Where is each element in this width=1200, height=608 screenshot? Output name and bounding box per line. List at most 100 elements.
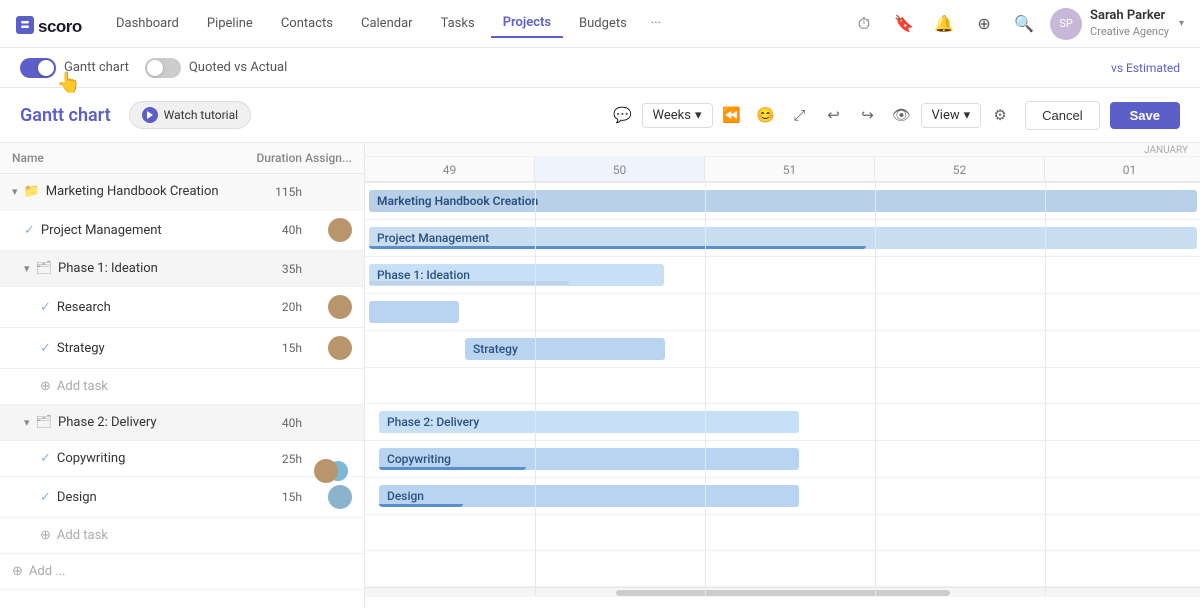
- user-name: Sarah Parker: [1090, 8, 1169, 25]
- add-task-row[interactable]: ⊕ Add task: [0, 518, 364, 554]
- logo[interactable]: scoro: [16, 12, 88, 36]
- emoji-icon[interactable]: 😊: [751, 100, 781, 130]
- nav-tasks[interactable]: Tasks: [429, 10, 487, 37]
- check-icon: ✓: [40, 451, 51, 466]
- undo-icon[interactable]: ↩: [819, 100, 849, 130]
- chart-row: [365, 551, 1200, 587]
- check-icon: ✓: [40, 300, 51, 315]
- chevron-down-icon: ▾: [1179, 18, 1184, 29]
- eye-icon[interactable]: 👁: [887, 100, 917, 130]
- month-label: JANUARY: [365, 143, 1200, 157]
- folder-icon: 🗂: [36, 415, 53, 430]
- gantt-toolbar: Gantt chart Watch tutorial 💬 Weeks ▾ ⏪ 😊…: [0, 88, 1200, 143]
- avatar: [314, 459, 338, 483]
- view-chevron: ▾: [964, 108, 971, 123]
- table-row: ✓ Strategy 15h: [0, 328, 364, 369]
- bell-icon[interactable]: 🔔: [930, 10, 958, 38]
- weeks-label: Weeks: [653, 108, 691, 123]
- quoted-vs-actual-toggle[interactable]: Quoted vs Actual: [145, 58, 287, 78]
- add-group-label[interactable]: ⊕ Add ...: [12, 564, 242, 579]
- bookmark-icon[interactable]: 🔖: [890, 10, 918, 38]
- nav-calendar[interactable]: Calendar: [349, 10, 425, 37]
- nav-dashboard[interactable]: Dashboard: [104, 10, 191, 37]
- gantt-chart-label: Gantt chart: [64, 60, 129, 75]
- gantt-chart-toggle[interactable]: Gantt chart: [20, 58, 129, 78]
- scrollbar-thumb[interactable]: [616, 590, 950, 596]
- nav-icons: ⏱ 🔖 🔔 ⊕ 🔍: [850, 10, 1038, 38]
- nav-budgets[interactable]: Budgets: [567, 10, 639, 37]
- task-label: Phase 2: Delivery: [58, 415, 156, 430]
- expand-icon[interactable]: ⤢: [785, 100, 815, 130]
- chart-row: Phase 1: Ideation: [365, 257, 1200, 294]
- check-icon: ✓: [40, 341, 51, 356]
- task-label: Strategy: [57, 341, 105, 356]
- nav-projects[interactable]: Projects: [491, 9, 563, 38]
- add-task-label[interactable]: ⊕ Add task: [40, 528, 242, 543]
- weeks-selector[interactable]: Weeks ▾: [642, 103, 713, 128]
- expand-icon[interactable]: ▾: [24, 262, 30, 275]
- add-task-row[interactable]: ⊕ Add task: [0, 369, 364, 405]
- task-name: ✓ Research: [40, 300, 242, 315]
- week-01: 01: [1045, 157, 1200, 181]
- add-task-label[interactable]: ⊕ Add task: [40, 379, 242, 394]
- check-icon: ✓: [40, 490, 51, 505]
- settings-icon[interactable]: ⚙: [985, 100, 1015, 130]
- nav-contacts[interactable]: Contacts: [269, 10, 345, 37]
- bar-project-mgmt[interactable]: Project Management: [369, 227, 1197, 249]
- sub-header: Gantt chart Quoted vs Actual vs Estimate…: [0, 48, 1200, 88]
- task-label: Research: [57, 300, 111, 315]
- table-row: ✓ Project Management 40h: [0, 210, 364, 251]
- bar-strategy[interactable]: Strategy: [465, 338, 665, 360]
- gantt-content: Name Duration Assign... ▾ 📁 Marketing Ha…: [0, 143, 1200, 608]
- scrollbar[interactable]: [365, 587, 1200, 597]
- nav-more[interactable]: ···: [643, 10, 669, 37]
- redo-icon[interactable]: ↪: [853, 100, 883, 130]
- task-duration: 35h: [242, 262, 302, 276]
- undo2-icon[interactable]: ⏪: [717, 100, 747, 130]
- col-name: Name: [12, 151, 242, 165]
- view-button[interactable]: View ▾: [921, 103, 982, 128]
- add-task-text: Add task: [57, 379, 108, 394]
- quoted-toggle[interactable]: [145, 58, 181, 78]
- add-group-row[interactable]: ⊕ Add ...: [0, 554, 364, 590]
- bar-phase2[interactable]: Phase 2: Delivery: [379, 411, 799, 433]
- gantt-toggle[interactable]: [20, 58, 56, 78]
- task-duration: 40h: [242, 223, 302, 237]
- quoted-vs-actual-label: Quoted vs Actual: [189, 60, 287, 75]
- bar-copywriting[interactable]: Copywriting: [379, 448, 799, 470]
- bar-marketing[interactable]: Marketing Handbook Creation: [369, 190, 1197, 212]
- chart-row: [365, 515, 1200, 551]
- vs-estimated[interactable]: vs Estimated: [1111, 61, 1180, 75]
- comment-icon[interactable]: 💬: [608, 100, 638, 130]
- plus-icon[interactable]: ⊕: [970, 10, 998, 38]
- user-menu[interactable]: SP Sarah Parker Creative Agency ▾: [1050, 8, 1184, 40]
- folder-icon: 🗂: [36, 261, 53, 276]
- top-navigation: scoro Dashboard Pipeline Contacts Calend…: [0, 0, 1200, 48]
- expand-icon[interactable]: ▾: [24, 416, 30, 429]
- watch-tutorial-button[interactable]: Watch tutorial: [129, 101, 251, 129]
- task-assign: [302, 218, 352, 242]
- toggle2-thumb: [147, 60, 163, 76]
- cancel-button[interactable]: Cancel: [1025, 101, 1099, 130]
- weeks-chevron: ▾: [695, 108, 702, 123]
- task-label: Marketing Handbook Creation: [46, 184, 219, 199]
- col-assign: Assign...: [302, 151, 352, 165]
- main-area: Gantt chart Watch tutorial 💬 Weeks ▾ ⏪ 😊…: [0, 88, 1200, 608]
- task-duration: 115h: [242, 185, 302, 199]
- chart-row: Design: [365, 478, 1200, 515]
- avatar: SP: [1050, 8, 1082, 40]
- expand-icon[interactable]: ▾: [12, 185, 18, 198]
- timer-icon[interactable]: ⏱: [850, 10, 878, 38]
- chart-panel: JANUARY 49 50 51 52 01: [365, 143, 1200, 608]
- weeks-row: 49 50 51 52 01: [365, 157, 1200, 182]
- task-duration: 40h: [242, 416, 302, 430]
- chart-row: Copywriting: [365, 441, 1200, 478]
- save-button[interactable]: Save: [1110, 102, 1180, 129]
- user-company: Creative Agency: [1090, 25, 1169, 39]
- task-assign: [302, 485, 352, 509]
- bar-research[interactable]: [369, 301, 459, 323]
- search-icon[interactable]: 🔍: [1010, 10, 1038, 38]
- chart-row: Phase 2: Delivery: [365, 404, 1200, 441]
- bar-design[interactable]: Design: [379, 485, 799, 507]
- nav-pipeline[interactable]: Pipeline: [195, 10, 265, 37]
